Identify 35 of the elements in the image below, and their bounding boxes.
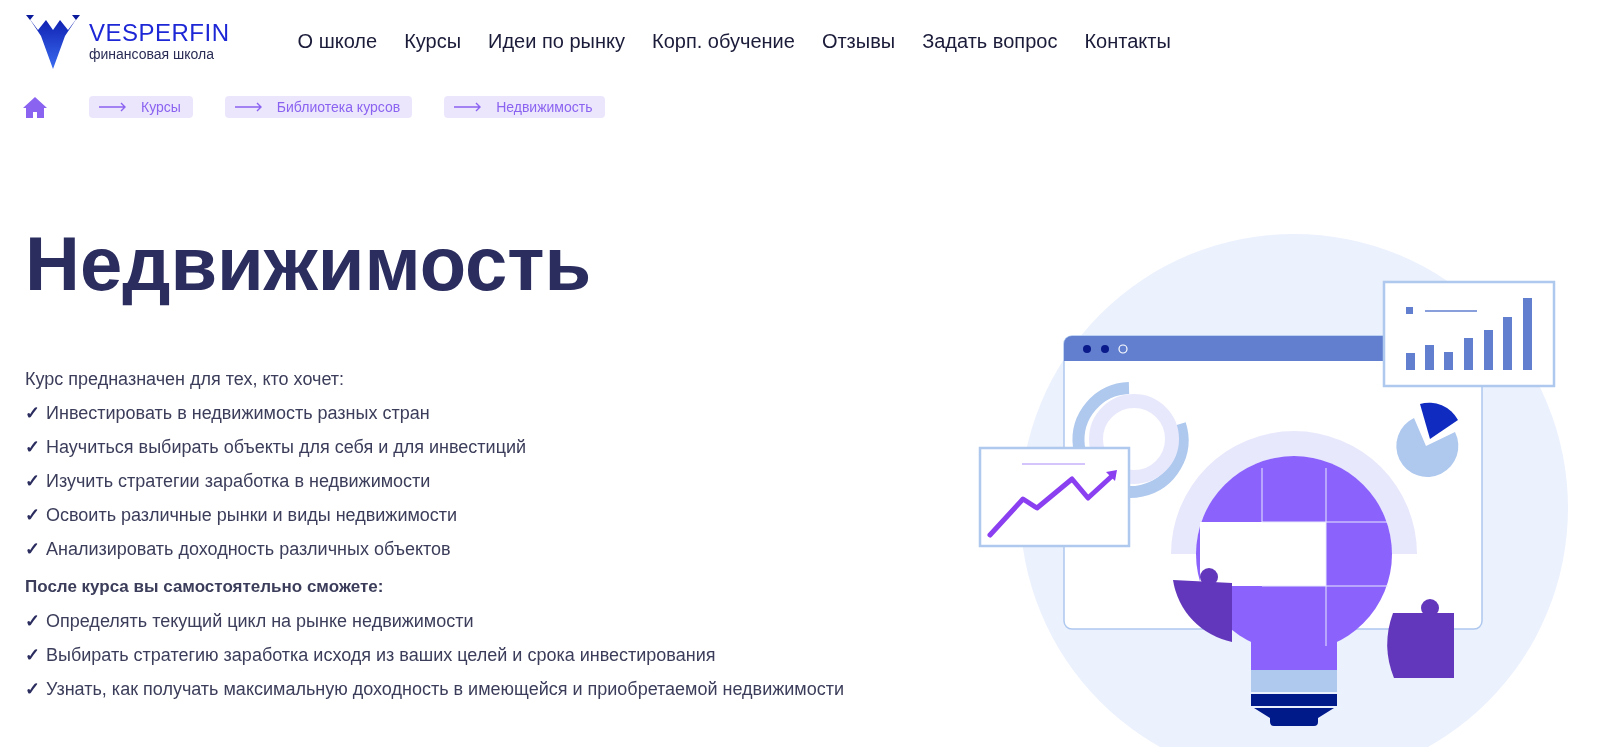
arrow-icon xyxy=(234,102,263,112)
nav-link[interactable]: Контакты xyxy=(1084,29,1171,53)
list-item-text: Научиться выбирать объекты для себя и для инвестиций xyxy=(46,436,527,459)
nav-link[interactable]: Корп. обучение xyxy=(652,29,795,53)
logo-name: VESPERFIN xyxy=(89,20,230,46)
list-item-text: Выбирать стратегию заработка исходя из ваших целей и срока инвестирования xyxy=(46,644,716,667)
check-mark: ✓ xyxy=(25,504,40,527)
logo-icon xyxy=(25,13,81,69)
check-mark: ✓ xyxy=(25,538,40,561)
list-item-text: Определять текущий цикл на рынке недвижимости xyxy=(46,610,474,633)
check-mark: ✓ xyxy=(25,678,40,701)
intro-text: Курс предназначен для тех, кто хочет: xyxy=(25,368,346,391)
outcomes-heading: После курса вы самостоятельно сможете: xyxy=(25,576,385,598)
check-mark: ✓ xyxy=(25,436,40,459)
list-item-text: Узнать, как получать максимальную доходность в имеющейся и приобретаемой недвижимости xyxy=(46,678,845,701)
check-mark: ✓ xyxy=(25,402,40,425)
nav-link[interactable]: Отзывы xyxy=(821,29,896,53)
list-item-text: Изучить стратегии заработка в недвижимости xyxy=(46,470,431,493)
list-item-text: Инвестировать в недвижимость разных стран xyxy=(46,402,430,425)
home-icon xyxy=(23,96,47,118)
logo-tagline: финансовая школа xyxy=(89,46,215,62)
logo-link[interactable]: VESPERFIN финансовая школа xyxy=(25,13,230,69)
nav-link[interactable]: Курсы xyxy=(404,29,462,53)
check-mark: ✓ xyxy=(25,644,40,667)
arrow-icon xyxy=(99,102,127,112)
nav-link[interactable]: О школе xyxy=(297,29,378,53)
arrow-icon xyxy=(454,102,483,112)
home-link[interactable] xyxy=(23,96,47,118)
nav-link[interactable]: Идеи по рынку xyxy=(488,29,625,53)
check-mark: ✓ xyxy=(25,610,40,633)
page-title: Недвижимость xyxy=(25,222,593,306)
nav-link[interactable]: Задать вопрос xyxy=(922,29,1058,53)
list-item-text: Анализировать доходность различных объектов xyxy=(46,538,451,561)
list-item-text: Освоить различные рынки и виды недвижимости xyxy=(46,504,458,527)
check-mark: ✓ xyxy=(25,470,40,493)
